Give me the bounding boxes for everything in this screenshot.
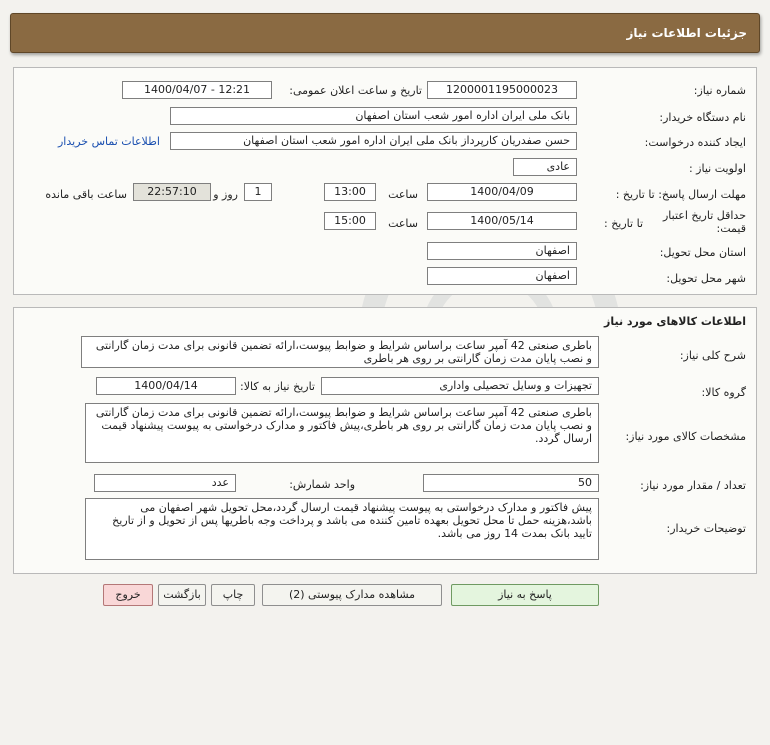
need-date-field[interactable]: 1400/04/14: [96, 377, 236, 395]
remaining-days-label: روز و: [213, 188, 238, 201]
buyer-contact-link[interactable]: اطلاعات تماس خریدار: [58, 135, 160, 148]
unit-field[interactable]: عدد: [94, 474, 236, 492]
exit-button[interactable]: خروج: [103, 584, 153, 606]
buyer-notes-field[interactable]: پیش فاکتور و مدارک درخواستی به پیوست پیش…: [85, 498, 599, 560]
need-number-label: شماره نیاز:: [693, 84, 746, 97]
buyer-label: نام دستگاه خریدار:: [659, 111, 746, 124]
page-header: جزئیات اطلاعات نیاز: [10, 13, 760, 53]
deadline-time-label: ساعت: [388, 188, 418, 201]
goods-group-label: گروه کالا:: [701, 386, 746, 399]
need-date-label: تاریخ نیاز به کالا:: [240, 380, 315, 393]
deadline-time-field[interactable]: 13:00: [324, 183, 376, 201]
need-summary-label: شرح کلی نیاز:: [679, 349, 746, 362]
validity-until-label: تا تاریخ :: [604, 217, 643, 230]
remaining-time-label: ساعت باقی مانده: [45, 188, 127, 201]
view-attachments-button[interactable]: مشاهده مدارک پیوستی (2): [262, 584, 442, 606]
goods-specs-field[interactable]: باطری صنعتی 42 آمپر ساعت براساس شرایط و …: [85, 403, 599, 463]
unit-label: واحد شمارش:: [289, 478, 355, 491]
validity-label: حداقل تاریخ اعتبار: [662, 209, 746, 222]
announce-datetime-label: تاریخ و ساعت اعلان عمومی:: [289, 84, 422, 97]
buyer-field[interactable]: بانک ملی ایران اداره امور شعب استان اصفه…: [170, 107, 577, 125]
creator-field[interactable]: حسن صفدریان کارپرداز بانک ملی ایران ادار…: [170, 132, 577, 150]
quantity-field[interactable]: 50: [423, 474, 599, 492]
deadline-date-field[interactable]: 1400/04/09: [427, 183, 577, 201]
announce-datetime-field[interactable]: 1400/04/07 - 12:21: [122, 81, 272, 99]
province-field[interactable]: اصفهان: [427, 242, 577, 260]
need-info-panel: [13, 67, 757, 295]
priority-field[interactable]: عادی: [513, 158, 577, 176]
validity-time-label: ساعت: [388, 217, 418, 230]
validity-label-2: قیمت:: [716, 222, 746, 235]
goods-specs-label: مشخصات کالای مورد نیاز:: [625, 430, 746, 443]
creator-label: ایجاد کننده درخواست:: [644, 136, 746, 149]
back-button[interactable]: بازگشت: [158, 584, 206, 606]
page-title: جزئیات اطلاعات نیاز: [626, 26, 747, 40]
need-number-field[interactable]: 1200001195000023: [427, 81, 577, 99]
city-label: شهر محل تحویل:: [666, 272, 746, 285]
respond-to-need-button[interactable]: پاسخ به نیاز: [451, 584, 599, 606]
print-button[interactable]: چاپ: [211, 584, 255, 606]
priority-label: اولویت نیاز :: [688, 162, 746, 175]
quantity-label: تعداد / مقدار مورد نیاز:: [640, 479, 746, 492]
validity-time-field[interactable]: 15:00: [324, 212, 376, 230]
validity-date-field[interactable]: 1400/05/14: [427, 212, 577, 230]
deadline-label: مهلت ارسال پاسخ: تا تاریخ :: [615, 188, 746, 201]
remaining-days-field[interactable]: 1: [244, 183, 272, 201]
remaining-time-field: 22:57:10: [133, 183, 211, 201]
province-label: استان محل تحویل:: [659, 246, 746, 259]
goods-section-title: اطلاعات کالاهای مورد نیاز: [604, 315, 746, 328]
buyer-notes-label: توضیحات خریدار:: [666, 522, 747, 535]
city-field[interactable]: اصفهان: [427, 267, 577, 285]
goods-group-field[interactable]: تجهیزات و وسایل تحصیلی واداری: [321, 377, 599, 395]
need-summary-field[interactable]: باطری صنعتی 42 آمپر ساعت براساس شرایط و …: [81, 336, 599, 368]
